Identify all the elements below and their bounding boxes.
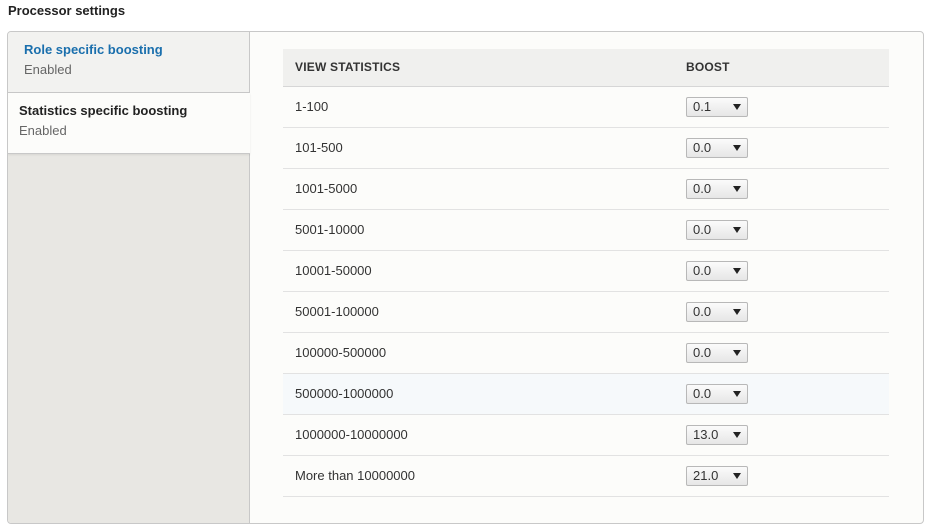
tab-summary: Enabled — [24, 62, 72, 77]
tab-role-specific-boosting[interactable]: Role specific boosting Enabled — [8, 32, 249, 93]
table-row: 100000-500000 0.0 — [283, 332, 889, 374]
vertical-tabs-sidebar: Role specific boosting Enabled Statistic… — [8, 32, 250, 523]
boost-select[interactable]: 0.1 — [686, 96, 748, 117]
statistics-boost-table: VIEW STATISTICS BOOST 1-100 0.1 101-500 … — [283, 49, 889, 497]
page-title: Processor settings — [8, 3, 126, 18]
chevron-down-icon — [733, 349, 741, 356]
chevron-down-icon — [733, 144, 741, 151]
range-label: 1001-5000 — [283, 168, 674, 210]
boost-select-value: 0.0 — [693, 180, 712, 196]
table-row: 1001-5000 0.0 — [283, 168, 889, 210]
table-row: 500000-1000000 0.0 — [283, 373, 889, 415]
boost-select[interactable]: 0.0 — [686, 137, 748, 158]
boost-select[interactable]: 0.0 — [686, 219, 748, 240]
boost-select[interactable]: 0.0 — [686, 301, 748, 322]
boost-select-value: 0.0 — [693, 262, 712, 278]
chevron-down-icon — [733, 226, 741, 233]
boost-select[interactable]: 0.0 — [686, 260, 748, 281]
range-label: 100000-500000 — [283, 332, 674, 374]
chevron-down-icon — [733, 267, 741, 274]
tab-title[interactable]: Role specific boosting — [24, 42, 233, 58]
table-row: More than 10000000 21.0 — [283, 455, 889, 497]
range-label: 101-500 — [283, 127, 674, 169]
table-row: 1-100 0.1 — [283, 86, 889, 128]
tab-content: VIEW STATISTICS BOOST 1-100 0.1 101-500 … — [283, 49, 889, 497]
table-row: 10001-50000 0.0 — [283, 250, 889, 292]
column-header-boost: BOOST — [674, 49, 889, 87]
boost-select-value: 21.0 — [693, 467, 719, 483]
boost-select-value: 0.0 — [693, 303, 712, 319]
range-label: 5001-10000 — [283, 209, 674, 251]
boost-select-value: 0.0 — [693, 221, 712, 237]
chevron-down-icon — [733, 103, 741, 110]
range-label: 1000000-10000000 — [283, 414, 674, 456]
range-label: 500000-1000000 — [283, 373, 674, 415]
boost-select[interactable]: 0.0 — [686, 342, 748, 363]
boost-select[interactable]: 0.0 — [686, 383, 748, 404]
boost-select[interactable]: 13.0 — [686, 424, 748, 445]
boost-select[interactable]: 21.0 — [686, 465, 748, 486]
range-label: 1-100 — [283, 86, 674, 128]
table-row: 50001-100000 0.0 — [283, 291, 889, 333]
tab-title[interactable]: Statistics specific boosting — [19, 103, 234, 119]
boost-select-value: 0.0 — [693, 344, 712, 360]
chevron-down-icon — [733, 185, 741, 192]
chevron-down-icon — [733, 431, 741, 438]
table-row: 101-500 0.0 — [283, 127, 889, 169]
range-label: 10001-50000 — [283, 250, 674, 292]
table-header-row: VIEW STATISTICS BOOST — [283, 49, 889, 87]
range-label: More than 10000000 — [283, 455, 674, 497]
chevron-down-icon — [733, 308, 741, 315]
boost-select-value: 0.0 — [693, 139, 712, 155]
vertical-tabs-panel: Role specific boosting Enabled Statistic… — [7, 31, 924, 524]
chevron-down-icon — [733, 472, 741, 479]
boost-select-value: 0.0 — [693, 385, 712, 401]
tab-statistics-specific-boosting[interactable]: Statistics specific boosting Enabled — [8, 93, 250, 154]
tab-summary: Enabled — [19, 123, 67, 138]
column-header-view-statistics: VIEW STATISTICS — [283, 49, 674, 87]
table-row: 5001-10000 0.0 — [283, 209, 889, 251]
boost-select[interactable]: 0.0 — [686, 178, 748, 199]
chevron-down-icon — [733, 390, 741, 397]
boost-select-value: 13.0 — [693, 426, 719, 442]
table-row: 1000000-10000000 13.0 — [283, 414, 889, 456]
range-label: 50001-100000 — [283, 291, 674, 333]
boost-select-value: 0.1 — [693, 98, 712, 114]
